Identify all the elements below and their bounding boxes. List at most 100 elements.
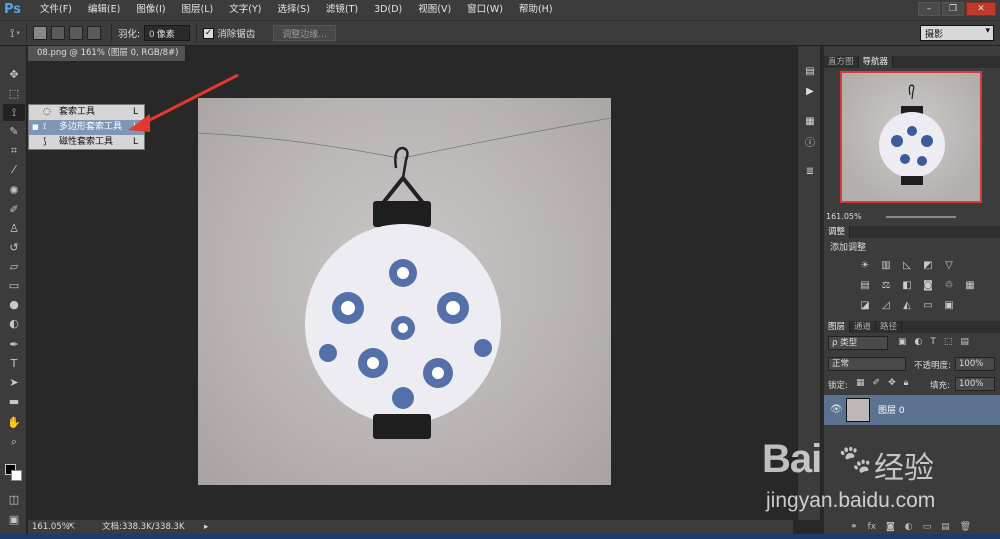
lock-pixels-icon[interactable]: ✐: [873, 378, 881, 388]
hue-saturation-icon[interactable]: ▤: [858, 280, 872, 292]
paragraph-icon[interactable]: ≣: [802, 164, 818, 180]
lasso-tool-icon[interactable]: ⟟: [3, 104, 25, 121]
menu-edit[interactable]: 编辑(E): [80, 0, 128, 20]
tab-navigator[interactable]: 导航器: [858, 56, 894, 68]
menu-help[interactable]: 帮助(H): [511, 0, 561, 20]
document-info: 文档:338.3K/338.3K: [102, 522, 185, 532]
add-selection-button[interactable]: [50, 26, 65, 40]
flyout-item-magnetic-lasso[interactable]: ⟆ 磁性套索工具 L: [29, 135, 144, 150]
menu-image[interactable]: 图像(I): [128, 0, 173, 20]
polygonal-lasso-icon[interactable]: ⟟: [10, 26, 14, 41]
subtract-selection-button[interactable]: [68, 26, 83, 40]
minimize-button[interactable]: –: [918, 2, 940, 16]
move-tool-icon[interactable]: ✥: [3, 66, 25, 83]
path-select-icon[interactable]: ➤: [3, 374, 25, 391]
photo-filter-icon[interactable]: ◙: [921, 280, 935, 292]
menu-window[interactable]: 窗口(W): [459, 0, 511, 20]
lock-position-icon[interactable]: ✥: [888, 378, 896, 388]
lock-all-icon[interactable]: 🔒︎: [904, 378, 909, 388]
type-filter-icon[interactable]: T: [930, 337, 936, 347]
brush-tool-icon[interactable]: ✐: [3, 201, 25, 218]
color-lookup-icon[interactable]: ▦: [963, 280, 977, 292]
levels-icon[interactable]: ▥: [879, 260, 893, 272]
refine-edge-button[interactable]: 调整边缘...: [273, 25, 336, 41]
navigator-tabs: 直方图 导航器: [824, 56, 1000, 68]
posterize-icon[interactable]: ◿: [879, 300, 893, 312]
layer-name[interactable]: 图层 0: [878, 403, 905, 416]
tab-adjustments[interactable]: 调整: [824, 226, 851, 238]
crop-tool-icon[interactable]: ⌗: [3, 142, 25, 159]
export-icon[interactable]: ⇱: [68, 520, 75, 534]
screen-mode-icon[interactable]: ▣: [3, 511, 25, 528]
black-white-icon[interactable]: ◧: [900, 280, 914, 292]
eyedropper-tool-icon[interactable]: ⁄: [3, 161, 25, 178]
lock-transparent-icon[interactable]: ▦: [856, 378, 865, 388]
layer-row[interactable]: 👁︎ 图层 0: [824, 395, 1000, 425]
healing-brush-icon[interactable]: ✺: [3, 182, 25, 199]
background-color-swatch[interactable]: [11, 470, 22, 481]
antialias-checkbox[interactable]: ✓: [203, 27, 215, 39]
chevron-down-icon[interactable]: ▾: [16, 29, 20, 37]
invert-icon[interactable]: ◪: [858, 300, 872, 312]
opacity-input[interactable]: 100%: [955, 357, 995, 371]
hand-tool-icon[interactable]: ✋: [3, 414, 25, 431]
shape-tool-icon[interactable]: ▬: [3, 393, 25, 410]
intersect-selection-button[interactable]: [86, 26, 101, 40]
restore-button[interactable]: ❐: [942, 2, 964, 16]
menu-view[interactable]: 视图(V): [410, 0, 459, 20]
adjustment-filter-icon[interactable]: ◐: [915, 337, 923, 347]
selective-color-icon[interactable]: ▣: [942, 300, 956, 312]
menu-filter[interactable]: 滤镜(T): [318, 0, 366, 20]
zoom-tool-icon[interactable]: ⌕: [3, 433, 25, 450]
info-icon[interactable]: ⓘ: [802, 136, 818, 152]
blend-mode-select[interactable]: 正常: [828, 357, 906, 371]
eraser-tool-icon[interactable]: ▱: [3, 258, 25, 275]
menu-file[interactable]: 文件(F): [32, 0, 80, 20]
pen-tool-icon[interactable]: ✒: [3, 336, 25, 353]
tab-histogram[interactable]: 直方图: [824, 56, 859, 68]
navigator-thumbnail[interactable]: [840, 71, 982, 203]
zoom-readout[interactable]: 161.05%: [32, 520, 70, 534]
gradient-tool-icon[interactable]: ▭: [3, 277, 25, 294]
workspace-select[interactable]: 摄影: [920, 25, 994, 41]
history-brush-icon[interactable]: ↺: [3, 239, 25, 256]
canvas-image[interactable]: [197, 98, 612, 485]
blur-tool-icon[interactable]: ●: [3, 296, 25, 313]
tab-layers[interactable]: 图层: [824, 321, 851, 333]
smart-object-filter-icon[interactable]: ▤: [960, 337, 969, 347]
visibility-eye-icon[interactable]: 👁︎: [830, 404, 843, 415]
actions-play-icon[interactable]: ▶: [802, 84, 818, 100]
close-button[interactable]: ✕: [966, 2, 996, 16]
quick-mask-icon[interactable]: ◫: [3, 491, 25, 508]
tab-channels[interactable]: 通道: [850, 321, 877, 333]
navigator-zoom-slider[interactable]: [886, 216, 956, 218]
menu-type[interactable]: 文字(Y): [221, 0, 269, 20]
properties-icon[interactable]: ▦: [802, 114, 818, 130]
curves-icon[interactable]: ◺: [900, 260, 914, 272]
stamp-tool-icon[interactable]: ♙: [3, 220, 25, 237]
fill-input[interactable]: 100%: [955, 377, 995, 391]
menu-select[interactable]: 选择(S): [269, 0, 317, 20]
brightness-icon[interactable]: ☀: [858, 260, 872, 272]
pixel-filter-icon[interactable]: ▣: [898, 337, 907, 347]
menu-3d[interactable]: 3D(D): [366, 0, 410, 20]
feather-input[interactable]: [144, 25, 191, 41]
vibrance-icon[interactable]: ▽: [942, 260, 956, 272]
layer-filter-select[interactable]: ρ 类型: [828, 336, 888, 350]
type-tool-icon[interactable]: T: [3, 355, 25, 372]
history-icon[interactable]: ▤: [802, 64, 818, 80]
exposure-icon[interactable]: ◩: [921, 260, 935, 272]
marquee-tool-icon[interactable]: ⬚: [3, 85, 25, 102]
tab-paths[interactable]: 路径: [876, 321, 903, 333]
document-tab[interactable]: 08.png @ 161% (图层 0, RGB/8#): [28, 46, 186, 61]
play-icon[interactable]: ▸: [204, 520, 208, 534]
menu-layer[interactable]: 图层(L): [174, 0, 222, 20]
new-selection-button[interactable]: [32, 26, 47, 40]
quick-select-tool-icon[interactable]: ✎: [3, 123, 25, 140]
color-balance-icon[interactable]: ⚖: [879, 280, 893, 292]
threshold-icon[interactable]: ◭: [900, 300, 914, 312]
dodge-tool-icon[interactable]: ◐: [3, 315, 25, 332]
channel-mixer-icon[interactable]: ♲: [942, 280, 956, 292]
gradient-map-icon[interactable]: ▭: [921, 300, 935, 312]
shape-filter-icon[interactable]: ⬚: [944, 337, 953, 347]
